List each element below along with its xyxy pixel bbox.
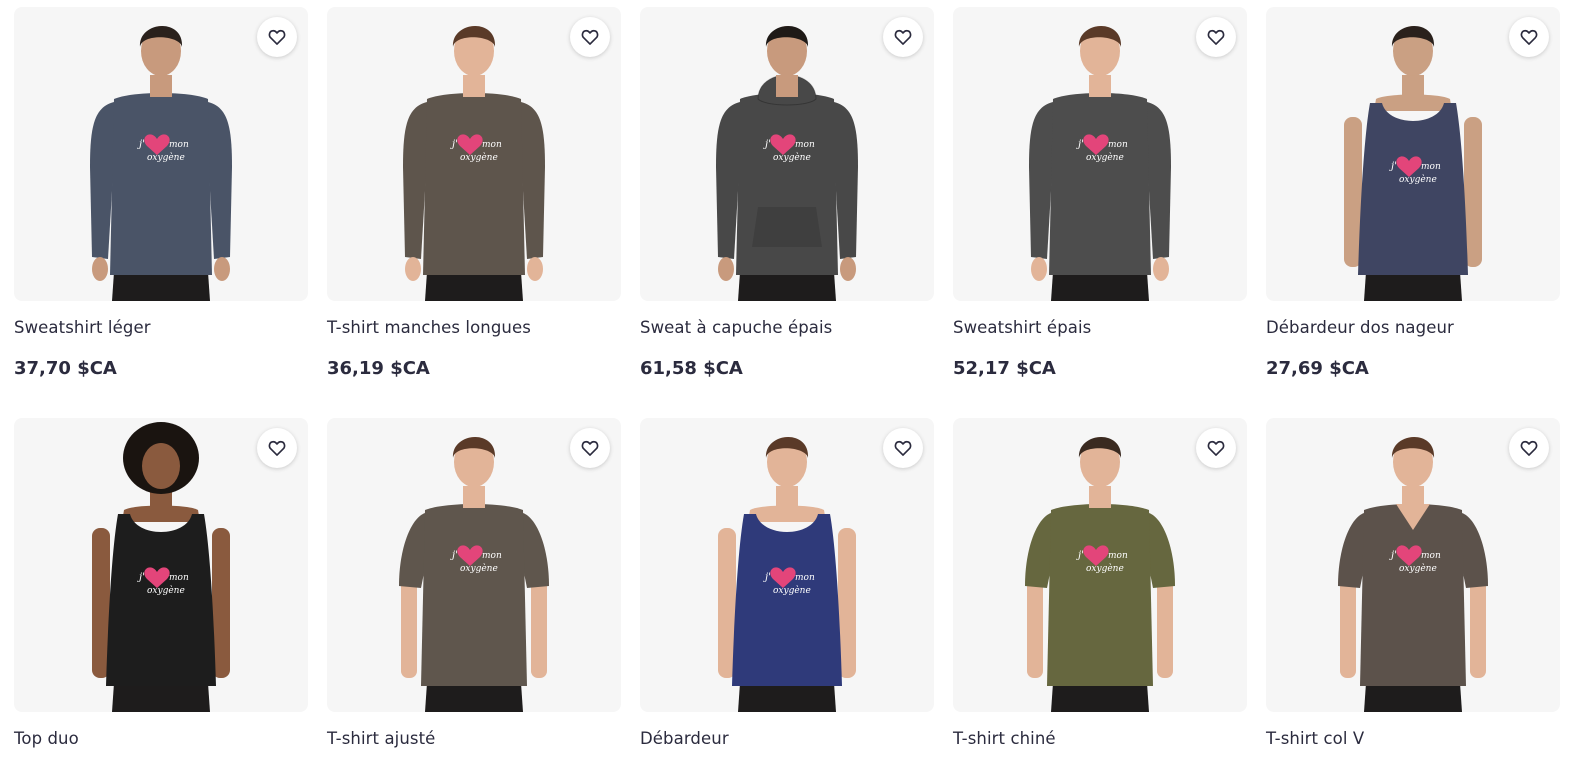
svg-text:oxygène: oxygène xyxy=(1399,174,1437,185)
product-card[interactable]: j' mon oxygène Débardeur xyxy=(640,418,934,749)
svg-text:oxygène: oxygène xyxy=(147,585,185,596)
heart-outline-icon xyxy=(268,440,286,456)
svg-text:oxygène: oxygène xyxy=(773,152,811,163)
svg-text:mon: mon xyxy=(482,551,502,561)
favorite-button[interactable] xyxy=(257,428,297,468)
svg-text:mon: mon xyxy=(795,573,815,583)
product-card[interactable]: j' mon oxygène T-shirt col V xyxy=(1266,418,1560,749)
favorite-button[interactable] xyxy=(1509,428,1549,468)
product-price: 37,70 $CA xyxy=(14,358,117,379)
product-price: 61,58 $CA xyxy=(640,358,743,379)
svg-text:mon: mon xyxy=(1421,162,1441,172)
svg-text:j': j' xyxy=(1389,550,1397,561)
svg-text:mon: mon xyxy=(795,140,815,150)
product-title[interactable]: Sweatshirt épais xyxy=(953,318,1247,338)
product-image[interactable]: j' mon oxygène xyxy=(640,7,934,301)
svg-text:mon: mon xyxy=(1108,551,1128,561)
product-image[interactable]: j' mon oxygène xyxy=(327,418,621,712)
svg-text:oxygène: oxygène xyxy=(1086,152,1124,163)
product-image[interactable]: j' mon oxygène xyxy=(14,7,308,301)
favorite-button[interactable] xyxy=(1509,17,1549,57)
heart-outline-icon xyxy=(1207,29,1225,45)
product-card[interactable]: j' mon oxygène Top duo xyxy=(14,418,308,749)
product-image[interactable]: j' mon oxygène xyxy=(953,418,1247,712)
svg-text:oxygène: oxygène xyxy=(460,563,498,574)
svg-text:mon: mon xyxy=(169,140,189,150)
product-image[interactable]: j' mon oxygène xyxy=(327,7,621,301)
product-title[interactable]: T-shirt manches longues xyxy=(327,318,621,338)
product-price: 36,19 $CA xyxy=(327,358,430,379)
product-title[interactable]: Débardeur xyxy=(640,729,934,749)
favorite-button[interactable] xyxy=(570,17,610,57)
heart-outline-icon xyxy=(894,29,912,45)
heart-outline-icon xyxy=(268,29,286,45)
product-card[interactable]: j' mon oxygène Débardeur dos nageur 27,69 $C… xyxy=(1266,7,1560,380)
svg-text:j': j' xyxy=(1076,139,1084,150)
product-image[interactable]: j' mon oxygène xyxy=(640,418,934,712)
product-title[interactable]: T-shirt col V xyxy=(1266,729,1560,749)
svg-text:mon: mon xyxy=(482,140,502,150)
favorite-button[interactable] xyxy=(1196,428,1236,468)
svg-text:oxygène: oxygène xyxy=(1086,563,1124,574)
product-card[interactable]: j' mon oxygène T-shirt manches longues 36,19… xyxy=(327,7,621,380)
heart-outline-icon xyxy=(581,29,599,45)
product-grid: j' mon oxygène Sweatshirt léger 37,70 $CA j' m… xyxy=(14,7,1561,749)
favorite-button[interactable] xyxy=(257,17,297,57)
product-title[interactable]: T-shirt chiné xyxy=(953,729,1247,749)
favorite-button[interactable] xyxy=(883,428,923,468)
svg-text:j': j' xyxy=(1389,161,1397,172)
heart-outline-icon xyxy=(1207,440,1225,456)
product-title[interactable]: Débardeur dos nageur xyxy=(1266,318,1560,338)
product-title[interactable]: T-shirt ajusté xyxy=(327,729,621,749)
product-card[interactable]: j' mon oxygène Sweatshirt épais 52,17 $CA xyxy=(953,7,1247,380)
svg-text:mon: mon xyxy=(169,573,189,583)
product-image[interactable]: j' mon oxygène xyxy=(953,7,1247,301)
svg-text:mon: mon xyxy=(1108,140,1128,150)
product-image[interactable]: j' mon oxygène xyxy=(14,418,308,712)
svg-text:j': j' xyxy=(1076,550,1084,561)
product-image[interactable]: j' mon oxygène xyxy=(1266,7,1560,301)
product-image[interactable]: j' mon oxygène xyxy=(1266,418,1560,712)
svg-text:oxygène: oxygène xyxy=(773,585,811,596)
svg-text:j': j' xyxy=(763,139,771,150)
svg-text:oxygène: oxygène xyxy=(460,152,498,163)
product-card[interactable]: j' mon oxygène Sweatshirt léger 37,70 $CA xyxy=(14,7,308,380)
heart-outline-icon xyxy=(1520,440,1538,456)
svg-text:j': j' xyxy=(137,139,145,150)
heart-outline-icon xyxy=(581,440,599,456)
svg-text:mon: mon xyxy=(1421,551,1441,561)
product-title[interactable]: Sweat à capuche épais xyxy=(640,318,934,338)
product-price: 52,17 $CA xyxy=(953,358,1056,379)
svg-text:oxygène: oxygène xyxy=(1399,563,1437,574)
product-title[interactable]: Sweatshirt léger xyxy=(14,318,308,338)
product-card[interactable]: j' mon oxygène T-shirt ajusté xyxy=(327,418,621,749)
product-card[interactable]: j' mon oxygène T-shirt chiné xyxy=(953,418,1247,749)
heart-outline-icon xyxy=(1520,29,1538,45)
svg-text:j': j' xyxy=(450,550,458,561)
favorite-button[interactable] xyxy=(570,428,610,468)
svg-text:j': j' xyxy=(137,572,145,583)
favorite-button[interactable] xyxy=(883,17,923,57)
svg-text:j': j' xyxy=(763,572,771,583)
svg-text:oxygène: oxygène xyxy=(147,152,185,163)
product-title[interactable]: Top duo xyxy=(14,729,308,749)
heart-outline-icon xyxy=(894,440,912,456)
favorite-button[interactable] xyxy=(1196,17,1236,57)
product-card[interactable]: j' mon oxygène Sweat à capuche épais 61,58 $… xyxy=(640,7,934,380)
svg-text:j': j' xyxy=(450,139,458,150)
product-price: 27,69 $CA xyxy=(1266,358,1369,379)
